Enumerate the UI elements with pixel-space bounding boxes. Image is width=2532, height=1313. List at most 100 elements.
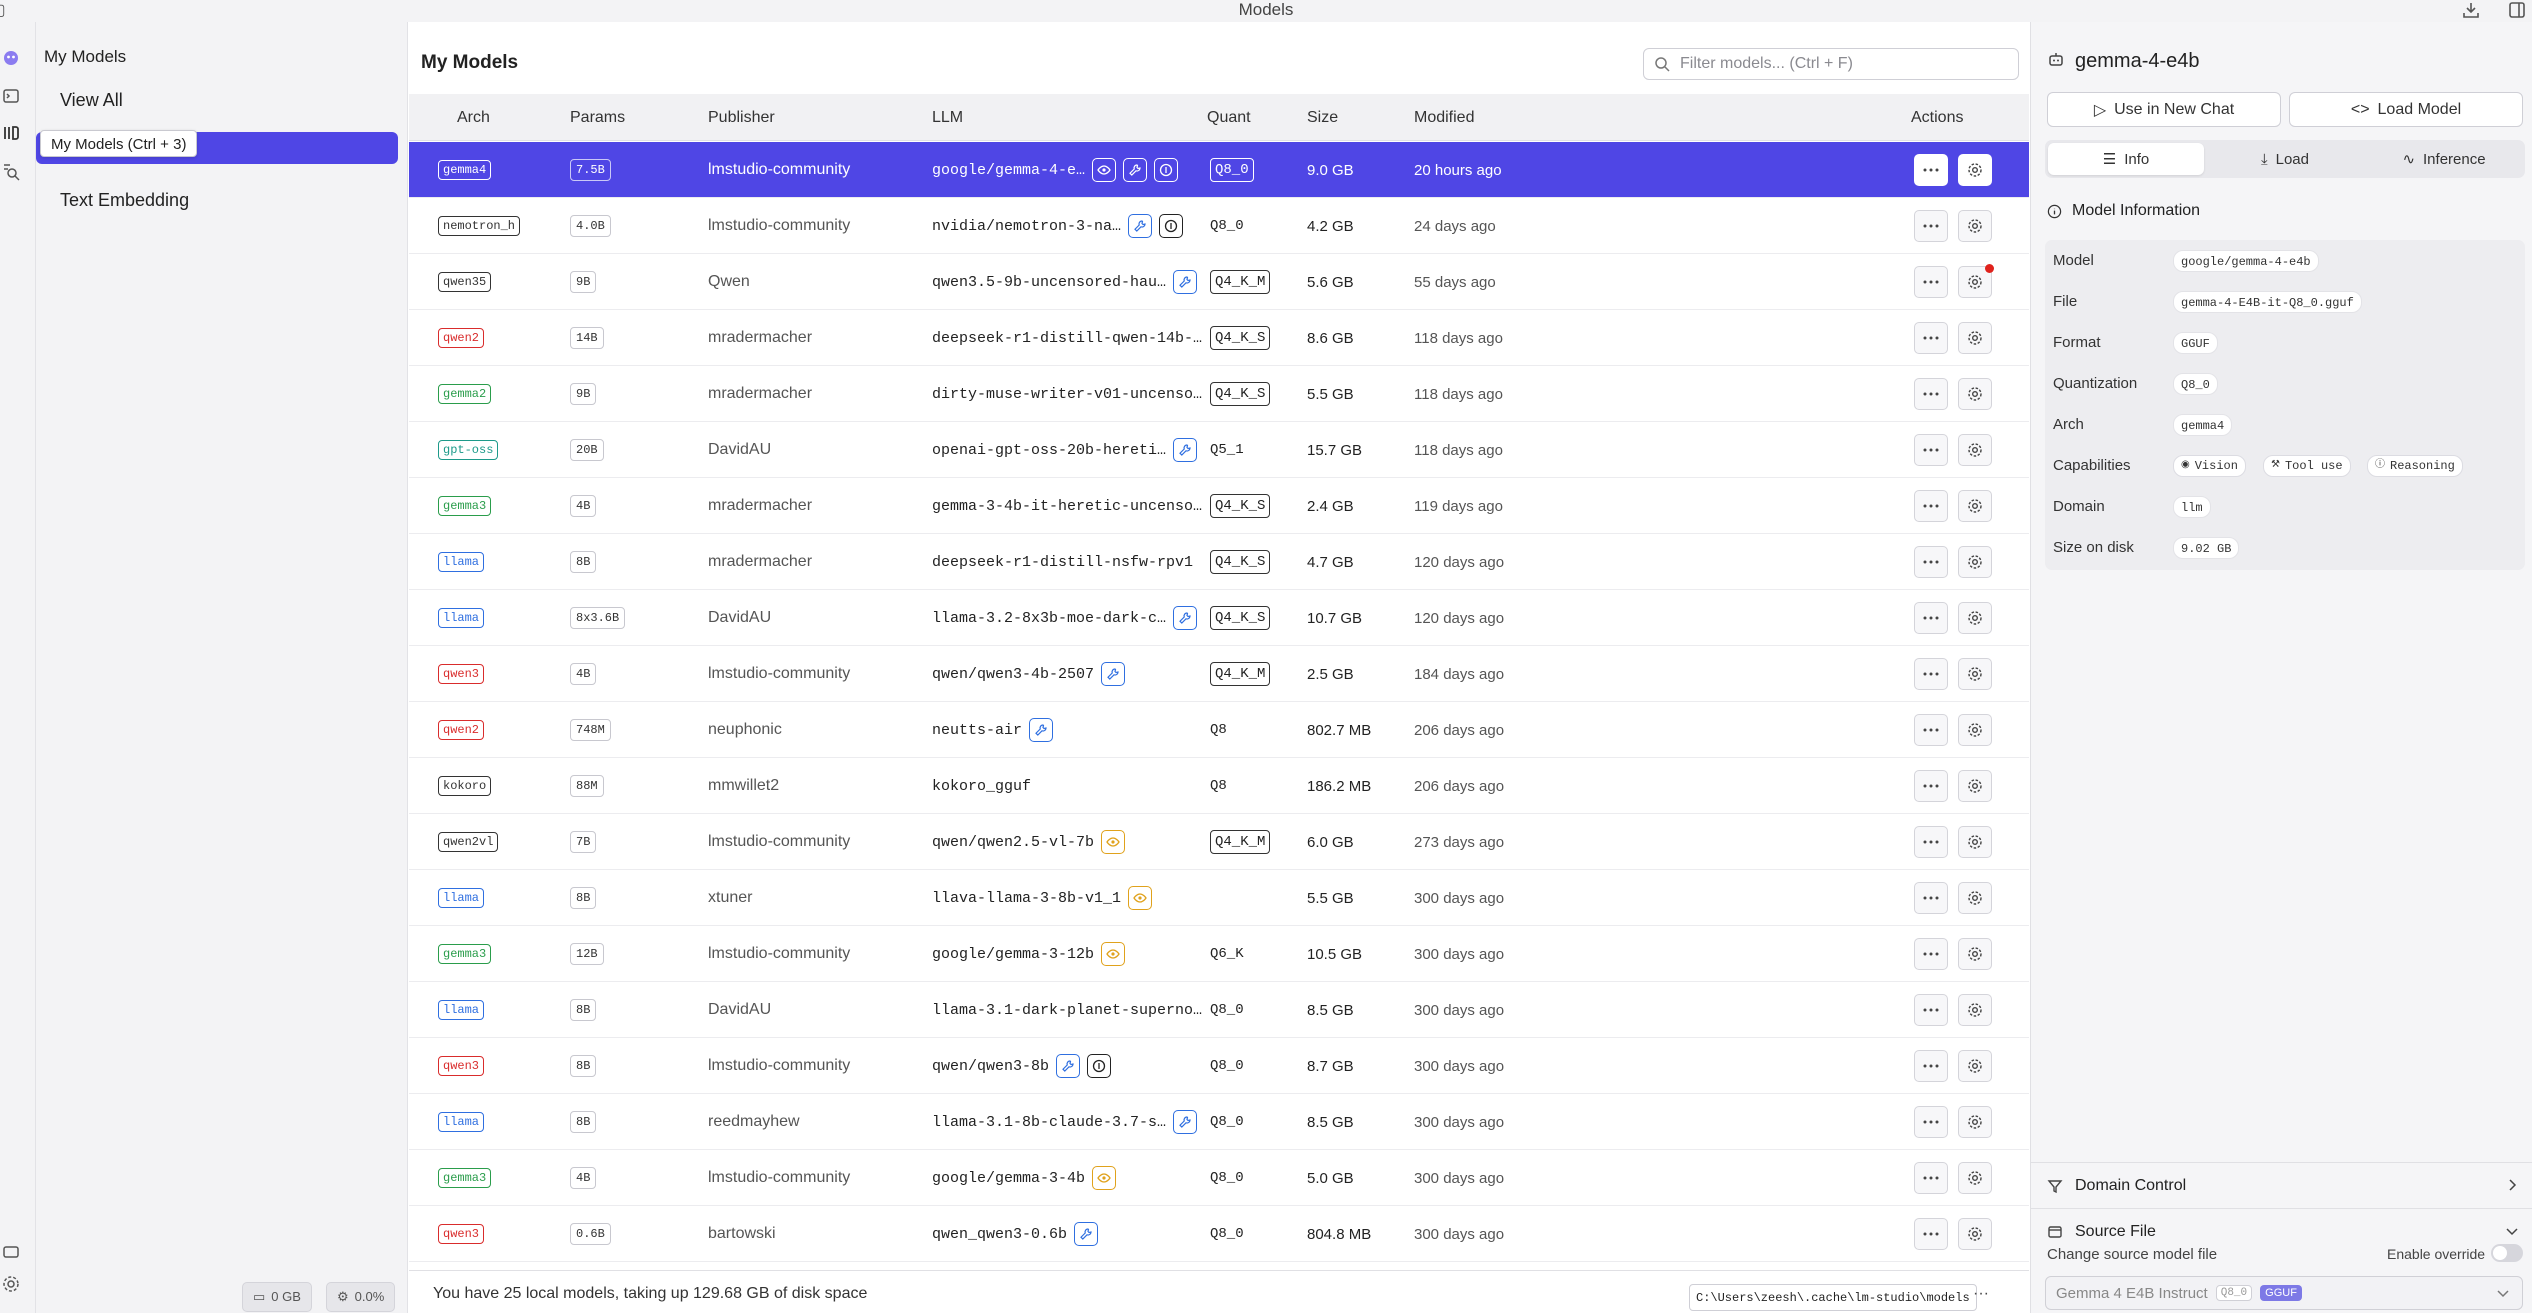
col-llm[interactable]: LLM: [932, 94, 963, 141]
sidebar-item-text-embedding[interactable]: Text Embedding: [36, 184, 400, 216]
publisher-cell: lmstudio-community: [708, 1038, 850, 1094]
table-row[interactable]: gpt-oss 20B DavidAU openai-gpt-oss-20b-h…: [409, 422, 2029, 478]
filter-box[interactable]: [1643, 48, 2019, 80]
model-settings-button[interactable]: [1958, 938, 1992, 970]
more-options-button[interactable]: [1914, 994, 1948, 1026]
quant-badge: Q4_K_M: [1210, 270, 1271, 294]
more-options-button[interactable]: [1914, 1050, 1948, 1082]
table-row[interactable]: gemma3 4B lmstudio-community google/gemm…: [409, 1150, 2029, 1206]
params-cell: 20B: [570, 422, 604, 478]
col-publisher[interactable]: Publisher: [708, 94, 775, 141]
col-modified[interactable]: Modified: [1414, 94, 1474, 141]
table-row[interactable]: llama 8B mradermacher deepseek-r1-distil…: [409, 534, 2029, 590]
col-params[interactable]: Params: [570, 94, 625, 141]
more-options-button[interactable]: [1914, 154, 1948, 186]
model-settings-button[interactable]: [1958, 490, 1992, 522]
model-settings-button[interactable]: [1958, 322, 1992, 354]
table-row[interactable]: llama 8B xtuner llava-llama-3-8b-v1_1 5.…: [409, 870, 2029, 926]
table-row[interactable]: llama 8B DavidAU llama-3.1-dark-planet-s…: [409, 982, 2029, 1038]
more-options-button[interactable]: [1914, 266, 1948, 298]
settings-gear-icon[interactable]: [1, 1274, 21, 1294]
llm-name: qwen/qwen3-4b-2507: [932, 665, 1095, 683]
model-settings-button[interactable]: [1958, 546, 1992, 578]
table-row[interactable]: qwen3 0.6B bartowski qwen_qwen3-0.6b Q8_…: [409, 1206, 2029, 1262]
size-text: 2.5 GB: [1307, 665, 1354, 683]
publisher-cell: lmstudio-community: [708, 198, 850, 254]
table-row[interactable]: qwen35 9B Qwen qwen3.5-9b-uncensored-hau…: [409, 254, 2029, 310]
download-icon[interactable]: [2462, 1, 2482, 21]
cpu-usage-badge[interactable]: ⚙ 0.0%: [326, 1282, 396, 1312]
sidebar-item-view-all[interactable]: View All: [36, 84, 400, 116]
more-options-button[interactable]: [1914, 1218, 1948, 1250]
model-settings-button[interactable]: [1958, 658, 1992, 690]
models-folder-icon[interactable]: [1, 123, 21, 143]
model-settings-button[interactable]: [1958, 826, 1992, 858]
table-row[interactable]: gemma3 4B mradermacher gemma-3-4b-it-her…: [409, 478, 2029, 534]
more-options-button[interactable]: [1914, 658, 1948, 690]
table-row[interactable]: qwen2 748M neuphonic neutts-air Q8 802.7…: [409, 702, 2029, 758]
model-settings-button[interactable]: [1958, 770, 1992, 802]
enable-override-toggle[interactable]: [2491, 1244, 2523, 1262]
model-settings-button[interactable]: [1958, 154, 1992, 186]
robot-icon[interactable]: [1, 48, 21, 68]
table-row[interactable]: gemma4 7.5B lmstudio-community google/ge…: [409, 142, 2029, 198]
table-row[interactable]: llama 8x3.6B DavidAU llama-3.2-8x3b-moe-…: [409, 590, 2029, 646]
panel-toggle-icon[interactable]: [2508, 1, 2528, 21]
table-row[interactable]: gemma2 9B mradermacher dirty-muse-writer…: [409, 366, 2029, 422]
discover-search-icon[interactable]: [1, 162, 21, 182]
model-settings-button[interactable]: [1958, 378, 1992, 410]
table-row[interactable]: nemotron_h 4.0B lmstudio-community nvidi…: [409, 198, 2029, 254]
developer-icon[interactable]: [1, 1242, 21, 1262]
params-cell: 4B: [570, 646, 597, 702]
more-options-button[interactable]: [1914, 434, 1948, 466]
table-row[interactable]: qwen2vl 7B lmstudio-community qwen/qwen2…: [409, 814, 2029, 870]
more-options-button[interactable]: [1914, 602, 1948, 634]
model-settings-button[interactable]: [1958, 1050, 1992, 1082]
more-options-button[interactable]: [1914, 1162, 1948, 1194]
tab-load[interactable]: ⤓ Load: [2207, 143, 2363, 175]
more-options-button[interactable]: [1914, 322, 1948, 354]
domain-control-section[interactable]: Domain Control: [2031, 1162, 2532, 1208]
ram-usage-badge[interactable]: ▭ 0 GB: [242, 1282, 312, 1312]
table-row[interactable]: qwen3 4B lmstudio-community qwen/qwen3-4…: [409, 646, 2029, 702]
model-settings-button[interactable]: [1958, 602, 1992, 634]
model-settings-button[interactable]: [1958, 882, 1992, 914]
col-quant[interactable]: Quant: [1207, 94, 1251, 141]
more-options-button[interactable]: [1914, 770, 1948, 802]
source-model-select[interactable]: Gemma 4 E4B Instruct Q8_0 GGUF: [2045, 1276, 2523, 1310]
model-settings-button[interactable]: [1958, 434, 1992, 466]
table-row[interactable]: llama 8B reedmayhew llama-3.1-8b-claude-…: [409, 1094, 2029, 1150]
col-size[interactable]: Size: [1307, 94, 1338, 141]
more-options-button[interactable]: [1914, 210, 1948, 242]
col-arch[interactable]: Arch: [457, 94, 490, 141]
more-options-button[interactable]: [1914, 490, 1948, 522]
table-row[interactable]: kokoro 88M mmwillet2 kokoro_gguf Q8 186.…: [409, 758, 2029, 814]
models-path[interactable]: C:\Users\zeesh\.cache\lm-studio\models: [1689, 1284, 1977, 1311]
more-options-button[interactable]: [1914, 882, 1948, 914]
table-row[interactable]: qwen3 8B lmstudio-community qwen/qwen3-8…: [409, 1038, 2029, 1094]
model-settings-button[interactable]: [1958, 210, 1992, 242]
tab-inference[interactable]: ∿ Inference: [2366, 143, 2522, 175]
model-settings-button[interactable]: [1958, 1162, 1992, 1194]
load-model-button[interactable]: <> Load Model: [2289, 92, 2523, 127]
model-settings-button[interactable]: [1958, 994, 1992, 1026]
footer-more-icon[interactable]: ···: [1973, 1285, 1989, 1303]
more-options-button[interactable]: [1914, 714, 1948, 746]
info-row: Domain llm: [2045, 486, 2525, 527]
more-options-button[interactable]: [1914, 378, 1948, 410]
model-settings-button[interactable]: [1958, 714, 1992, 746]
filter-input[interactable]: [1680, 55, 2000, 73]
table-row[interactable]: qwen2 14B mradermacher deepseek-r1-disti…: [409, 310, 2029, 366]
tab-info[interactable]: ☰ Info: [2048, 143, 2204, 175]
more-options-button[interactable]: [1914, 546, 1948, 578]
publisher-cell: xtuner: [708, 870, 752, 926]
use-in-new-chat-button[interactable]: ▷ Use in New Chat: [2047, 92, 2281, 127]
terminal-icon[interactable]: [1, 86, 21, 106]
more-options-button[interactable]: [1914, 1106, 1948, 1138]
model-settings-button[interactable]: [1958, 1106, 1992, 1138]
info-row: Model google/gemma-4-e4b: [2045, 240, 2525, 281]
model-settings-button[interactable]: [1958, 1218, 1992, 1250]
more-options-button[interactable]: [1914, 938, 1948, 970]
more-options-button[interactable]: [1914, 826, 1948, 858]
table-row[interactable]: gemma3 12B lmstudio-community google/gem…: [409, 926, 2029, 982]
